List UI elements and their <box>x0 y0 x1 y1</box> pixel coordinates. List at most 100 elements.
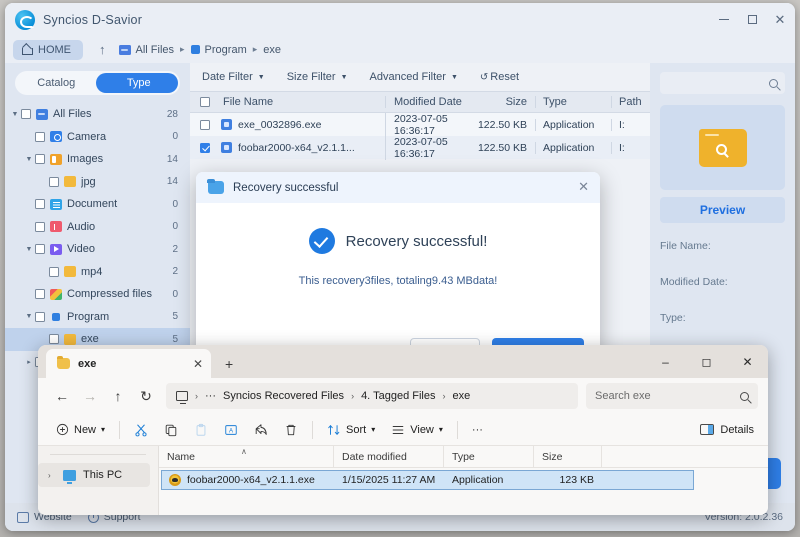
breadcrumb-item-tagged-files[interactable]: 4. Tagged Files <box>361 390 435 402</box>
date-filter-button[interactable]: Date Filter ▼ <box>202 71 265 83</box>
column-type[interactable]: Type <box>444 446 534 467</box>
home-button[interactable]: HOME <box>13 39 83 60</box>
close-icon[interactable]: ✕ <box>578 180 589 193</box>
minimize-icon[interactable] <box>717 13 731 27</box>
column-date-modified[interactable]: Date modified <box>334 446 444 467</box>
tree-item-document[interactable]: Document 0 <box>5 193 190 216</box>
tree-item-checkbox[interactable] <box>21 109 31 120</box>
nav-item-this-pc[interactable]: › This PC <box>38 463 150 487</box>
breadcrumb-overflow-icon[interactable]: ··· <box>205 390 216 402</box>
up-arrow-icon[interactable]: ↑ <box>99 42 106 57</box>
tree-item-checkbox[interactable] <box>49 334 59 345</box>
copy-button[interactable] <box>156 417 186 443</box>
catalog-type-toggle[interactable]: Catalog Type <box>15 71 180 95</box>
tree-item-checkbox[interactable] <box>35 311 45 322</box>
table-row[interactable]: foobar2000-x64_v2.1.1... 2023-07-05 16:36… <box>190 135 650 160</box>
twisty-icon[interactable]: ▼ <box>23 246 35 253</box>
explorer-row[interactable]: foobar2000-x64_v2.1.1.exe 1/15/2025 11:2… <box>161 470 694 490</box>
size-filter-button[interactable]: Size Filter ▼ <box>287 71 348 83</box>
column-path[interactable]: Path <box>611 96 650 108</box>
explorer-breadcrumb[interactable]: › ··· Syncios Recovered Files › 4. Tagge… <box>166 383 578 409</box>
close-icon[interactable]: ✕ <box>727 345 768 378</box>
explorer-search-input[interactable]: Search exe <box>586 383 758 409</box>
preview-button[interactable]: Preview <box>660 197 785 223</box>
tree-item-count: 14 <box>166 153 178 165</box>
view-button[interactable]: View ▾ <box>383 417 451 443</box>
sort-button[interactable]: Sort ▾ <box>319 417 383 443</box>
explorer-body: › This PC ··· ··· ··· ∧ Name Date modifi… <box>38 446 768 515</box>
breadcrumb-item-all-files[interactable]: All Files <box>118 44 174 56</box>
cut-button[interactable] <box>126 417 156 443</box>
column-size[interactable]: Size <box>477 96 535 108</box>
details-pane-button[interactable]: Details <box>700 424 758 436</box>
reset-label: Reset <box>490 71 520 83</box>
table-row[interactable]: exe_0032896.exe 2023-07-05 16:36:17 122.50… <box>190 112 650 137</box>
tree-item-checkbox[interactable] <box>35 199 45 210</box>
paste-button[interactable] <box>186 417 216 443</box>
breadcrumb-item-program[interactable]: Program <box>190 44 247 56</box>
maximize-icon[interactable]: ◻ <box>686 345 727 378</box>
tree-item-checkbox[interactable] <box>35 131 45 142</box>
new-button[interactable]: New ▾ <box>48 417 113 443</box>
column-label: File Name <box>223 96 274 108</box>
reset-button[interactable]: ↺ Reset <box>480 71 519 83</box>
tree-item-checkbox[interactable] <box>49 176 59 187</box>
breadcrumb-item-exe[interactable]: exe <box>263 44 281 56</box>
syncios-logo-icon <box>15 9 35 30</box>
close-icon[interactable]: ✕ <box>773 13 787 27</box>
tree-item-jpg[interactable]: jpg 14 <box>5 171 190 194</box>
row-checkbox[interactable] <box>200 142 210 153</box>
chevron-right-icon[interactable]: › <box>48 471 56 480</box>
forward-arrow-icon[interactable]: → <box>76 382 104 410</box>
explorer-tab-exe[interactable]: exe ✕ <box>46 349 211 378</box>
advanced-filter-button[interactable]: Advanced Filter ▼ <box>370 71 458 83</box>
more-button[interactable]: ··· <box>464 417 491 443</box>
maximize-icon[interactable] <box>745 13 759 27</box>
twisty-icon[interactable]: ▼ <box>9 111 21 118</box>
toggle-catalog[interactable]: Catalog <box>15 71 98 95</box>
row-type: Application <box>535 118 611 131</box>
minimize-icon[interactable]: – <box>645 345 686 378</box>
breadcrumb-separator: › <box>351 391 355 401</box>
preview-search-input[interactable] <box>660 72 785 94</box>
rename-button[interactable]: A <box>216 417 246 443</box>
preview-thumbnail <box>660 105 785 190</box>
date-filter-label: Date Filter <box>202 71 253 83</box>
tree-item-audio[interactable]: Audio 0 <box>5 216 190 239</box>
twisty-icon[interactable]: ▼ <box>23 156 35 163</box>
column-modified-date[interactable]: Modified Date <box>385 96 477 108</box>
tree-item-checkbox[interactable] <box>49 266 59 277</box>
column-size[interactable]: Size <box>534 446 602 467</box>
tree-item-images[interactable]: ▼ Images 14 <box>5 148 190 171</box>
row-checkbox[interactable] <box>200 119 210 130</box>
close-icon[interactable]: ✕ <box>193 358 203 370</box>
share-button[interactable] <box>246 417 276 443</box>
column-file-name[interactable]: File Name <box>200 96 385 108</box>
explorer-toolbar: New ▾ A Sort ▾ View ▾ ··· Details <box>38 414 768 446</box>
back-arrow-icon[interactable]: ← <box>48 382 76 410</box>
tree-item-program[interactable]: ▼ Program 5 <box>5 306 190 329</box>
breadcrumb-item-syncios-recovered-files[interactable]: Syncios Recovered Files <box>223 390 344 402</box>
twisty-icon[interactable]: ▼ <box>23 313 35 320</box>
tree-item-count: 0 <box>172 221 178 233</box>
select-all-checkbox[interactable] <box>200 97 210 107</box>
menu-icon[interactable] <box>690 13 703 27</box>
toggle-type[interactable]: Type <box>98 71 181 95</box>
tree-item-mp4[interactable]: mp4 2 <box>5 261 190 284</box>
tree-item-video[interactable]: ▼ Video 2 <box>5 238 190 261</box>
column-type[interactable]: Type <box>535 96 611 108</box>
twisty-icon[interactable]: ▸ <box>23 358 35 366</box>
breadcrumb-item-exe[interactable]: exe <box>452 390 470 402</box>
tree-item-checkbox[interactable] <box>35 289 45 300</box>
tree-item-camera[interactable]: Camera 0 <box>5 126 190 149</box>
plus-icon[interactable]: + <box>225 357 233 371</box>
tree-item-checkbox[interactable] <box>35 244 45 255</box>
row-file-name: foobar2000-x64_v2.1.1... <box>238 141 355 154</box>
delete-button[interactable] <box>276 417 306 443</box>
tree-item-checkbox[interactable] <box>35 154 45 165</box>
tree-item-compressed-files[interactable]: Compressed files 0 <box>5 283 190 306</box>
tree-item-all-files[interactable]: ▼ All Files 28 <box>5 103 190 126</box>
up-arrow-icon[interactable]: ↑ <box>104 382 132 410</box>
refresh-icon[interactable]: ↻ <box>132 382 160 410</box>
tree-item-checkbox[interactable] <box>35 221 45 232</box>
